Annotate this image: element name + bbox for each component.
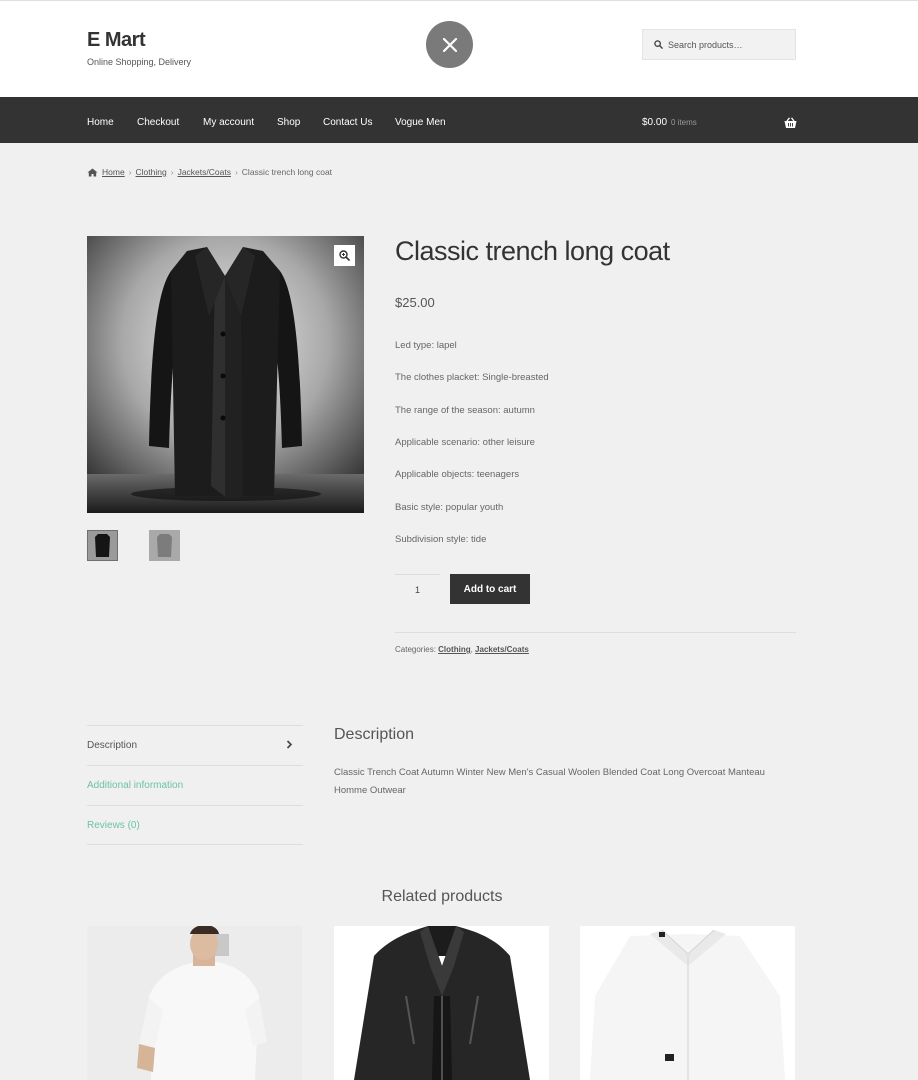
- product-tabs: Description Additional information Revie…: [87, 725, 303, 845]
- close-button[interactable]: [426, 21, 473, 68]
- tab-additional-label: Additional information: [87, 780, 184, 791]
- chevron-right-icon: [286, 740, 293, 749]
- nav-item-checkout[interactable]: Checkout: [137, 117, 179, 128]
- spec-objects: Applicable objects: teenagers: [395, 469, 520, 480]
- tab-description-label: Description: [87, 740, 138, 751]
- breadcrumb-separator: ›: [234, 167, 238, 177]
- product-thumbnail[interactable]: [87, 530, 118, 561]
- zoom-button[interactable]: [334, 245, 355, 266]
- product-categories: Categories: Clothing, Jackets/Coats: [395, 645, 529, 654]
- breadcrumb-clothing-link[interactable]: Clothing: [136, 167, 167, 177]
- search-box[interactable]: [642, 29, 796, 60]
- description-text: Classic Trench Coat Autumn Winter New Me…: [334, 767, 765, 796]
- description-heading: Description: [334, 726, 415, 743]
- category-link-clothing[interactable]: Clothing: [438, 645, 470, 654]
- main-navigation: Home Checkout My account Shop Contact Us…: [0, 97, 918, 143]
- spec-season: The range of the season: autumn: [395, 405, 535, 416]
- nav-item-my-account[interactable]: My account: [203, 117, 254, 128]
- site-tagline: Online Shopping, Delivery: [87, 57, 192, 67]
- nav-item-vogue-men[interactable]: Vogue Men: [395, 117, 446, 128]
- breadcrumb: Home › Clothing › Jackets/Coats › Classi…: [87, 167, 332, 177]
- spec-placket: The clothes placket: Single-breasted: [395, 372, 549, 383]
- divider: [395, 632, 796, 633]
- product-main-image[interactable]: [87, 236, 364, 513]
- spec-led-type: Led type: lapel: [395, 340, 457, 351]
- cart-count[interactable]: 0 items: [671, 118, 697, 127]
- zoom-icon: [339, 250, 350, 261]
- home-icon: [87, 168, 98, 176]
- related-product-card[interactable]: [580, 926, 795, 1080]
- spec-scenario: Applicable scenario: other leisure: [395, 437, 535, 448]
- breadcrumb-home-link[interactable]: Home: [102, 167, 125, 177]
- site-title[interactable]: E Mart: [87, 29, 146, 52]
- category-link-jackets[interactable]: Jackets/Coats: [475, 645, 529, 654]
- search-input[interactable]: [668, 39, 788, 50]
- tab-additional-information[interactable]: Additional information: [87, 765, 303, 805]
- close-icon: [442, 37, 457, 52]
- basket-icon[interactable]: [784, 117, 797, 129]
- product-thumbnail[interactable]: [149, 530, 180, 561]
- tab-description[interactable]: Description: [87, 725, 303, 765]
- nav-item-contact-us[interactable]: Contact Us: [323, 117, 372, 128]
- quantity-input[interactable]: 1: [395, 574, 440, 604]
- add-to-cart-button[interactable]: Add to cart: [450, 574, 530, 604]
- breadcrumb-jackets-link[interactable]: Jackets/Coats: [178, 167, 231, 177]
- site-header: E Mart Online Shopping, Delivery: [0, 0, 918, 97]
- breadcrumb-separator: ›: [170, 167, 174, 177]
- categories-label: Categories:: [395, 645, 436, 654]
- breadcrumb-current: Classic trench long coat: [241, 167, 333, 177]
- search-icon: [654, 40, 663, 49]
- spec-subdivision-style: Subdivision style: tide: [395, 534, 487, 545]
- tab-reviews-label: Reviews (0): [87, 819, 140, 831]
- spec-basic-style: Basic style: popular youth: [395, 502, 504, 513]
- product-price: $25.00: [395, 295, 435, 310]
- related-product-card[interactable]: [87, 926, 302, 1080]
- related-products-title: Related products: [381, 888, 503, 905]
- tab-reviews[interactable]: Reviews (0): [87, 805, 303, 845]
- related-product-card[interactable]: [334, 926, 549, 1080]
- breadcrumb-separator: ›: [128, 167, 132, 177]
- cart-total[interactable]: $0.00: [642, 117, 667, 128]
- nav-item-shop[interactable]: Shop: [277, 117, 300, 128]
- nav-item-home[interactable]: Home: [87, 117, 114, 128]
- product-title: Classic trench long coat: [395, 236, 670, 266]
